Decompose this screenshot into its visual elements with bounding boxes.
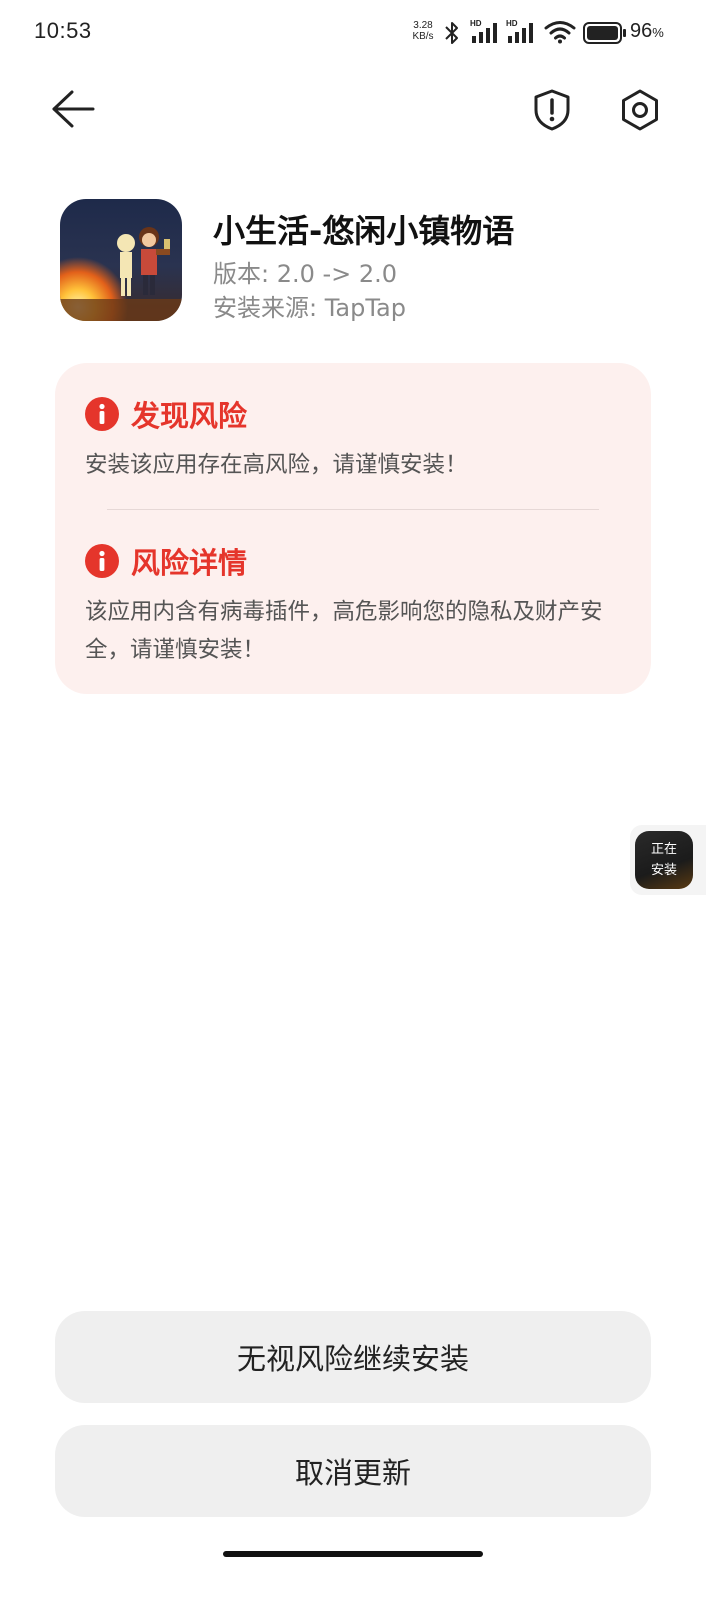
app-icon <box>60 199 182 321</box>
risk-detail-header: 风险详情 <box>85 543 248 580</box>
wifi-icon <box>544 21 576 44</box>
risk-detail-title: 风险详情 <box>131 546 248 580</box>
status-bar: 10:53 3.28 KB/s HD HD 96% <box>0 0 720 64</box>
installing-badge-line2: 安装 <box>650 863 677 878</box>
status-time: 10:53 <box>34 18 92 43</box>
risk-detail-description: 该应用内含有病毒插件，高危影响您的隐私及财产安全，请谨慎安装！ <box>85 599 603 663</box>
battery-percentage-value: 96 <box>630 20 653 42</box>
risk-warning-card: 发现风险 安装该应用存在高风险，请谨慎安装！ 风险详情 该应用内含有病毒插件，高… <box>55 363 651 694</box>
install-source: 安装来源: TapTap <box>213 294 406 322</box>
home-indicator[interactable] <box>223 1551 483 1557</box>
info-icon <box>85 544 119 578</box>
app-name: 小生活-悠闲小镇物语 <box>213 212 515 250</box>
network-speed: 3.28 KB/s <box>408 20 438 42</box>
installing-floating-badge[interactable]: 正在 安装 <box>630 825 706 895</box>
signal-icon: HD <box>470 19 497 43</box>
risk-found-header: 发现风险 <box>85 396 248 433</box>
ignore-risk-continue-install-button[interactable]: 无视风险继续安装 <box>55 1311 651 1403</box>
installing-badge-icon: 正在 安装 <box>635 831 693 889</box>
cancel-update-button[interactable]: 取消更新 <box>55 1425 651 1517</box>
bluetooth-icon <box>445 22 458 44</box>
signal-icon-2: HD <box>506 19 533 43</box>
signal-label-2: HD <box>506 19 518 28</box>
signal-label: HD <box>470 19 482 28</box>
network-speed-unit: KB/s <box>412 31 434 42</box>
app-icon-artwork <box>60 199 182 321</box>
risk-found-title: 发现风险 <box>131 399 248 433</box>
back-arrow-icon[interactable] <box>50 88 96 130</box>
battery-percentage-unit: % <box>652 25 664 40</box>
battery-icon <box>583 22 626 44</box>
install-risk-screen: 10:53 3.28 KB/s HD HD 96% 小生活-悠闲小镇物语 版本:… <box>0 0 720 1600</box>
installing-badge-line1: 正在 <box>650 842 677 857</box>
battery-percentage: 96% <box>630 20 664 43</box>
shield-icon[interactable] <box>532 88 572 132</box>
risk-found-description: 安装该应用存在高风险，请谨慎安装！ <box>85 452 468 478</box>
network-speed-value: 3.28 <box>413 20 433 31</box>
app-version: 版本: 2.0 -> 2.0 <box>213 260 398 288</box>
risk-divider <box>107 509 599 510</box>
info-icon <box>85 397 119 431</box>
gear-icon[interactable] <box>618 88 662 132</box>
